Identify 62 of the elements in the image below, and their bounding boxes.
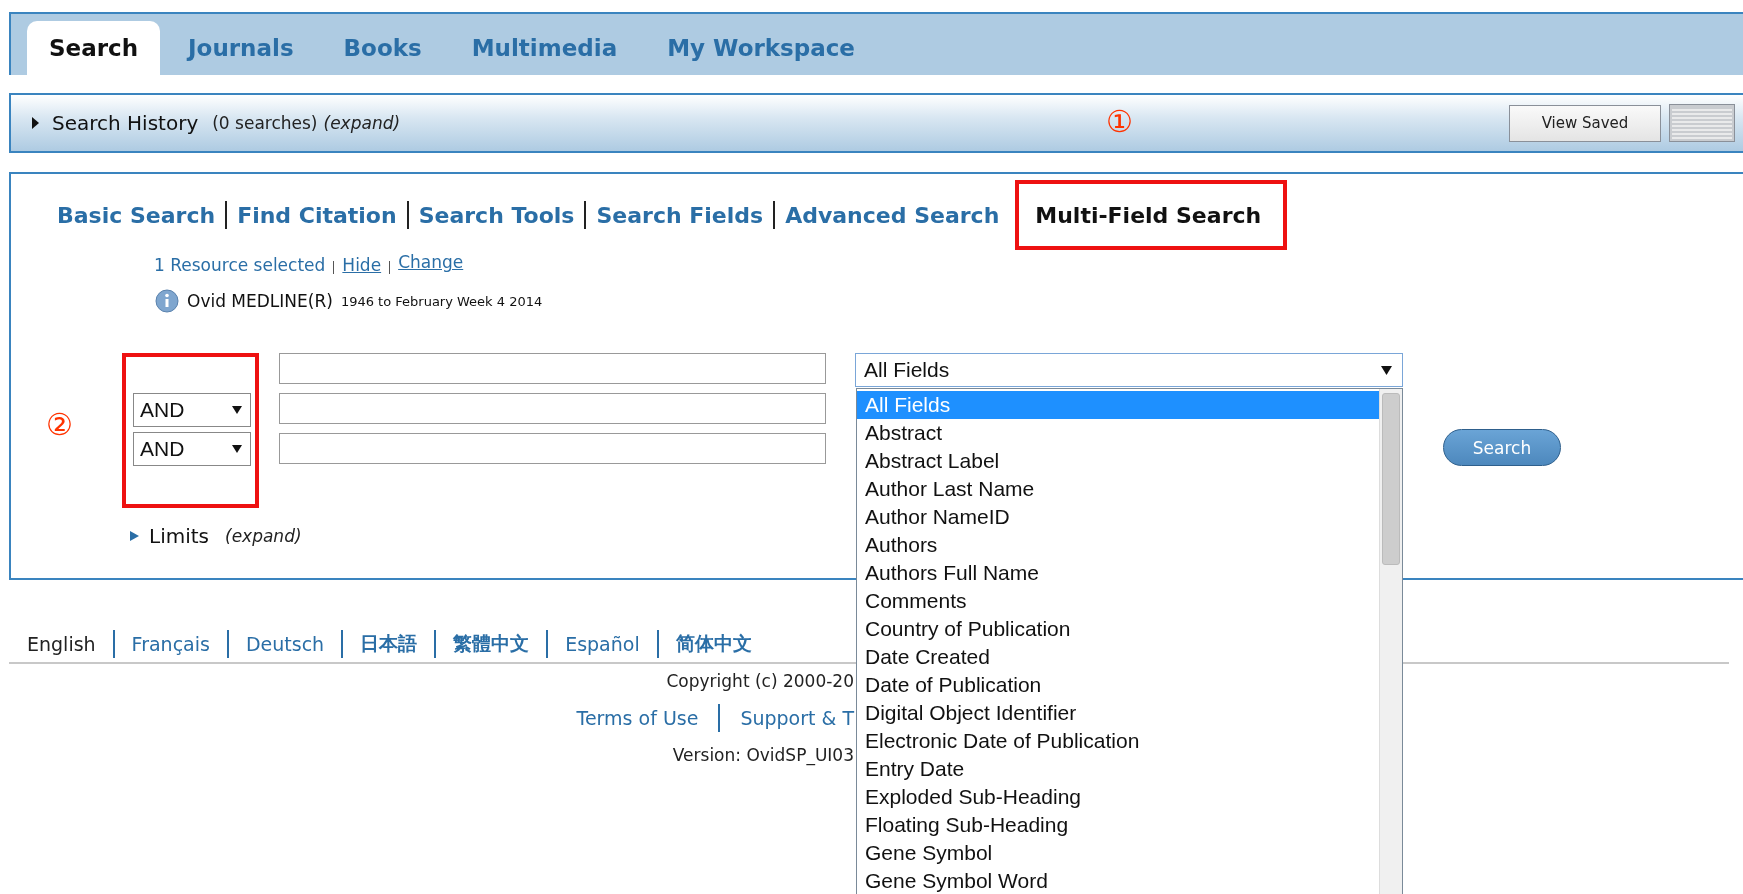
lines-icon[interactable] (1669, 104, 1735, 142)
hide-link[interactable]: Hide (342, 255, 382, 275)
search-history-title[interactable]: Search History (52, 111, 199, 135)
language-link[interactable]: 简体中文 (658, 631, 769, 657)
copyright-text: Copyright (c) 2000-20 (666, 670, 854, 693)
resource-count: 1 Resource selected (154, 255, 326, 275)
operator-select[interactable]: AND (133, 432, 251, 466)
dropdown-option[interactable]: Country of Publication (857, 615, 1379, 643)
footer-link[interactable]: Terms of Use (576, 707, 699, 729)
dropdown-option[interactable]: Gene Symbol (857, 839, 1379, 867)
dropdown-option[interactable]: Electronic Date of Publication (857, 727, 1379, 755)
dropdown-option[interactable]: Entry Date (857, 755, 1379, 783)
language-link[interactable]: Deutsch (228, 633, 342, 655)
annotation-number: ① (1106, 107, 1133, 137)
field-select[interactable]: All Fields (855, 353, 1403, 387)
search-term-field[interactable] (279, 393, 826, 424)
database-coverage: 1946 to February Week 4 2014 (340, 293, 543, 309)
version-text: Version: OvidSP_UI03 (672, 744, 854, 768)
search-count: (0 searches) (212, 113, 318, 133)
search-mode-link[interactable]: Basic Search (47, 202, 226, 228)
search-term-field[interactable] (279, 353, 826, 384)
limits-title[interactable]: Limits (149, 524, 209, 548)
dropdown-option[interactable]: Date Created (857, 643, 1379, 671)
info-icon (155, 289, 179, 313)
dropdown-option[interactable]: Floating Sub-Heading (857, 811, 1379, 839)
expand-arrow-icon[interactable] (31, 117, 40, 129)
dropdown-option[interactable]: Authors Full Name (857, 559, 1379, 587)
dropdown-option[interactable]: Comments (857, 587, 1379, 615)
language-link[interactable]: 繁體中文 (436, 631, 547, 657)
dropdown-arrow-icon (1381, 365, 1392, 375)
dropdown-option[interactable]: Abstract (857, 419, 1379, 447)
expand-link[interactable]: (expand) (225, 526, 302, 546)
dropdown-option[interactable]: Exploded Sub-Heading (857, 783, 1379, 811)
search-term-field[interactable] (279, 433, 826, 464)
annotation-number: ② (46, 410, 73, 440)
expand-link[interactable]: (expand) (323, 113, 401, 133)
footer-link[interactable]: Support & T (740, 707, 854, 729)
database-name: Ovid MEDLINE(R) (187, 291, 333, 311)
language-link[interactable]: 日本語 (343, 631, 435, 657)
change-link[interactable]: Change (398, 252, 464, 272)
scrollbar-thumb[interactable] (1382, 393, 1400, 565)
search-mode-link[interactable]: Find Citation (227, 202, 407, 228)
language-link[interactable]: Español (548, 633, 657, 655)
language-link[interactable]: English (27, 633, 113, 655)
operator-select[interactable]: AND (133, 393, 251, 427)
dropdown-option[interactable]: Gene Symbol Word (857, 867, 1379, 894)
dropdown-option[interactable]: Authors (857, 531, 1379, 559)
scrollbar[interactable] (1379, 389, 1402, 894)
dropdown-option[interactable]: Author NameID (857, 503, 1379, 531)
view-saved-button[interactable]: View Saved (1509, 104, 1661, 142)
dropdown-option[interactable]: Date of Publication (857, 671, 1379, 699)
search-mode-link[interactable]: Multi-Field Search (1015, 180, 1288, 250)
search-mode-link[interactable]: Advanced Search (775, 202, 1010, 228)
dropdown-arrow-icon (232, 445, 242, 453)
dropdown-option[interactable]: Author Last Name (857, 475, 1379, 503)
tab[interactable]: Search (27, 21, 161, 75)
dropdown-option[interactable]: Digital Object Identifier (857, 699, 1379, 727)
language-link[interactable]: Français (114, 633, 227, 655)
search-mode-link[interactable]: Search Tools (408, 202, 585, 228)
search-mode-link[interactable]: Search Fields (586, 202, 774, 228)
dropdown-option[interactable]: Abstract Label (857, 447, 1379, 475)
dropdown-arrow-icon (232, 406, 242, 414)
